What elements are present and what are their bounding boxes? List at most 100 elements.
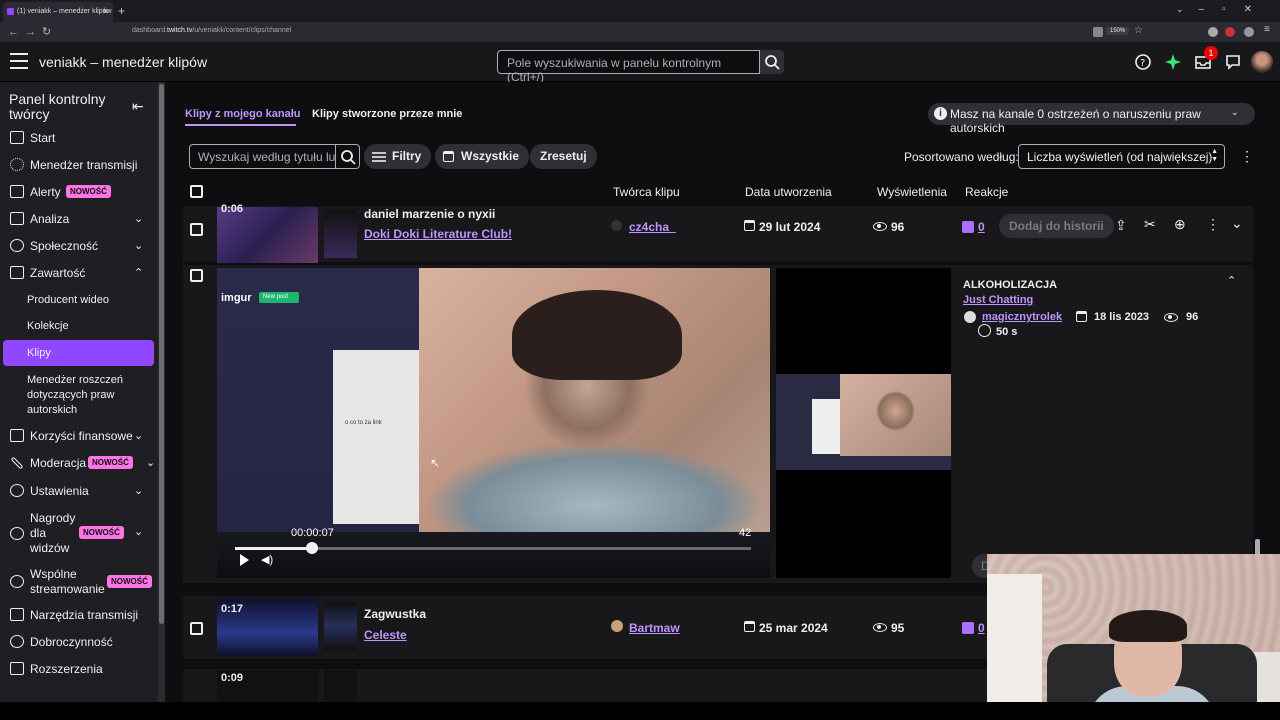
video-document-text: o co to za link (345, 420, 382, 426)
play-icon[interactable] (240, 554, 249, 566)
browser-tab[interactable]: (1) veniakk – menedżer klipów ✕ (3, 2, 113, 22)
sidebar-subitem-collections[interactable]: Kolekcje (27, 319, 69, 334)
bookmark-star-icon[interactable]: ☆ (1134, 25, 1143, 36)
sidebar-subitem-clips[interactable]: Klipy (27, 346, 51, 361)
eye-icon (873, 623, 887, 632)
quest-gem-icon[interactable] (1164, 53, 1182, 71)
whispers-icon[interactable] (1224, 53, 1242, 71)
updown-chevron-icon: ▲ ▼ (1211, 148, 1218, 163)
twitch-favicon-icon (7, 8, 14, 15)
megaphone-icon (10, 185, 24, 198)
more-options-icon[interactable]: ⋮ (1240, 148, 1254, 165)
chevron-down-icon: ⌄ (1231, 107, 1239, 117)
clip-reactions[interactable]: 0 (978, 220, 985, 234)
imgur-logo-text: imgur (221, 292, 252, 304)
streamer-webcam-overlay (987, 554, 1280, 720)
clip-creator-link[interactable]: cz4cha_ (629, 220, 676, 234)
browser-tab-title: (1) veniakk – menedżer klipów (17, 8, 112, 15)
add-circle-icon[interactable]: ⊕ (1174, 216, 1186, 233)
collapse-sidebar-icon[interactable]: ⇤ (132, 98, 144, 115)
table-row[interactable]: 0:06 daniel marzenie o nyxii Doki Doki L… (183, 203, 1253, 263)
clip-views: 95 (891, 621, 905, 635)
clip-game-link[interactable]: Just Chatting (963, 294, 1033, 306)
select-all-checkbox[interactable] (190, 185, 203, 198)
column-header-creator[interactable]: Twórca klipu (613, 185, 680, 199)
clip-creator-link[interactable]: Bartmaw (629, 621, 680, 635)
search-button[interactable] (760, 50, 784, 74)
new-tab-icon[interactable]: + (118, 4, 125, 18)
clip-vertical-thumbnail[interactable] (324, 670, 357, 702)
row-checkbox[interactable] (190, 223, 203, 236)
tab-clips-created-by-me[interactable]: Klipy stworzone przeze mnie (312, 108, 462, 120)
zoom-badge[interactable]: 150% (1106, 27, 1130, 35)
dashboard-search-input[interactable]: Pole wyszukiwania w panelu kontrolnym (C… (497, 50, 760, 84)
extension-icon[interactable] (1225, 27, 1235, 37)
clip-video-player[interactable]: imgur New post o co to za link 00:00:07 … (217, 268, 770, 578)
row-checkbox[interactable] (190, 622, 203, 635)
tab-my-channel-clips[interactable]: Klipy z mojego kanału (185, 108, 301, 120)
dashboard-header: veniakk – menedżer klipów Pole wyszukiwa… (0, 42, 1280, 84)
sidebar-subitem-copyright-claims[interactable]: Menedżer roszczeń dotyczących praw autor… (27, 373, 123, 418)
clip-vertical-thumbnail[interactable] (324, 210, 357, 258)
sidebar-item-label: Start (30, 131, 56, 145)
chevron-down-icon: ⌄ (134, 213, 144, 225)
extension-icon[interactable] (1244, 27, 1254, 37)
browser-toolbar: ←→↻ dashboard.twitch.tv/u/veniakk/conten… (0, 22, 1280, 42)
reader-icon[interactable] (1093, 27, 1103, 37)
reset-button[interactable]: Zresetuj (530, 144, 597, 169)
close-tab-icon[interactable]: ✕ (102, 7, 109, 16)
sidebar-item-viewer-rewards[interactable]: Nagrody dla widzów NOWOŚĆ ⌄ (0, 511, 158, 556)
url-domain: twitch.tv (167, 27, 193, 34)
eye-icon (1164, 313, 1178, 322)
user-avatar[interactable] (1251, 51, 1273, 73)
sidebar-item-label-line: streamowanie (30, 582, 105, 596)
copyright-strikes-notice[interactable]: i Masz na kanale 0 ostrzeżeń o naruszeni… (928, 103, 1255, 135)
volume-icon[interactable]: ◀) (261, 553, 273, 566)
filters-button[interactable]: Filtry (364, 144, 432, 169)
more-options-icon[interactable]: ⋮ (1206, 216, 1220, 233)
tools-icon (10, 608, 24, 621)
hamburger-menu-icon[interactable] (10, 53, 28, 69)
sidebar-scrollbar[interactable] (158, 82, 165, 702)
url-field[interactable]: dashboard.twitch.tv/u/veniakk/content/cl… (132, 27, 291, 34)
clip-vertical-thumbnail[interactable] (324, 602, 357, 650)
clip-game-link[interactable]: Doki Doki Literature Club! (364, 227, 512, 241)
menu-icon[interactable]: ≡ (1264, 24, 1274, 35)
column-header-date[interactable]: Data utworzenia (745, 185, 832, 199)
sort-select[interactable]: Liczba wyświetleń (od największej) ▲ ▼ (1018, 144, 1225, 169)
date-range-button[interactable]: Wszystkie (435, 144, 530, 169)
add-to-history-button[interactable]: Dodaj do historii (999, 214, 1114, 238)
column-header-views[interactable]: Wyświetlenia (877, 185, 947, 199)
vertical-clip-preview[interactable] (776, 268, 951, 578)
sidebar-item-label: Nagrody dla widzów (30, 511, 75, 556)
clip-search-button[interactable] (336, 144, 360, 169)
sidebar-subitem-video-producer[interactable]: Producent wideo (27, 293, 109, 308)
expanded-clip-row: imgur New post o co to za link 00:00:07 … (183, 265, 1253, 583)
column-header-reactions[interactable]: Reakcje (965, 185, 1008, 199)
mouse-cursor-icon: ↖ (430, 456, 441, 470)
help-icon[interactable]: ? (1134, 53, 1152, 71)
vertical-preview-webcam (840, 374, 951, 456)
row-checkbox[interactable] (190, 269, 203, 282)
clip-game-link[interactable]: Celeste (364, 628, 407, 642)
window-controls[interactable]: –▫✕ (1199, 4, 1271, 15)
browser-nav-buttons[interactable]: ←→↻ (8, 25, 57, 38)
chevron-up-icon[interactable]: ⌃ (1227, 274, 1236, 287)
clip-duration: 0:17 (221, 603, 244, 615)
puzzle-icon (10, 662, 24, 675)
clip-search-input[interactable]: Wyszukaj według tytułu lub (189, 144, 336, 169)
clip-creator-link[interactable]: magicznytrolek (982, 311, 1062, 323)
copyright-notice-text: Masz na kanale 0 ostrzeżeń o naruszeniu … (950, 107, 1201, 135)
scissors-icon[interactable]: ✂ (1144, 216, 1156, 233)
list-tabs-icon[interactable]: ⌄ (1176, 4, 1184, 15)
chevron-down-icon: ⌄ (134, 240, 144, 252)
sidebar-item-guest-star[interactable]: Wspólne streamowanie NOWOŚĆ (0, 567, 158, 599)
calendar-icon (744, 621, 755, 632)
clip-reactions[interactable]: 0 (978, 621, 985, 635)
sidebar-item-label-line: widzów (30, 541, 70, 555)
chevron-down-icon[interactable]: ⌄ (1231, 215, 1243, 232)
share-icon[interactable]: ⇪ (1115, 217, 1127, 234)
broadcast-icon (10, 158, 24, 171)
extension-icon[interactable] (1208, 27, 1218, 37)
clip-thumbnail[interactable] (217, 207, 318, 263)
